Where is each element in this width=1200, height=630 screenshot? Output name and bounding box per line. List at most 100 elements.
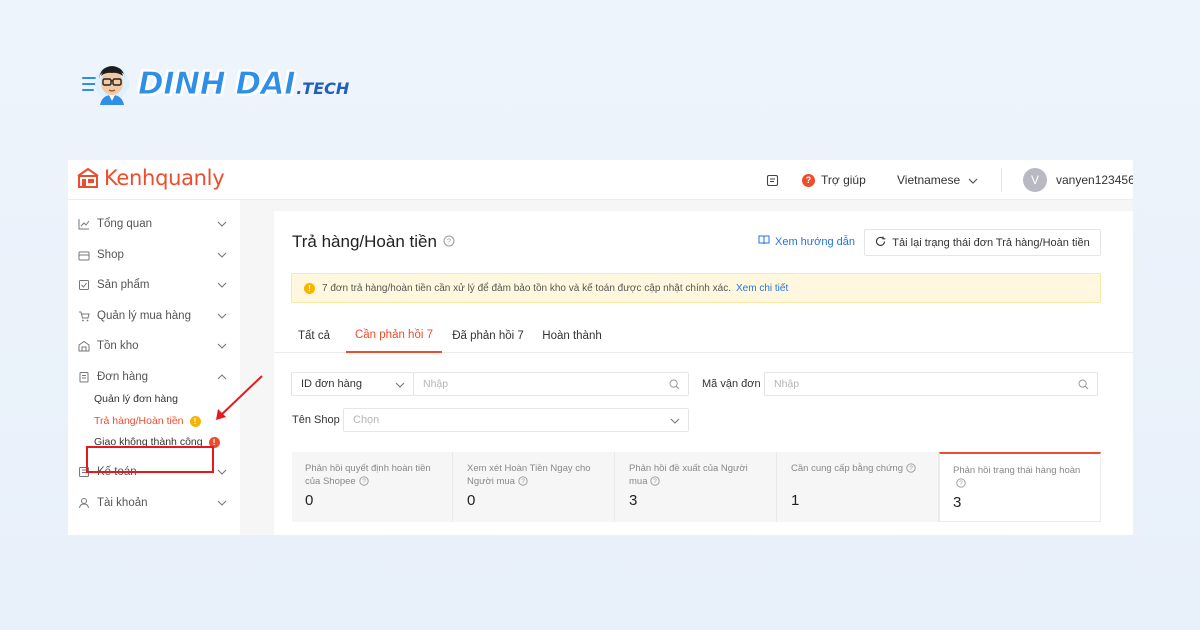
help-icon: ? [802, 173, 815, 187]
search-icon [669, 379, 680, 393]
chevron-down-icon [217, 466, 227, 478]
stat-value: 0 [305, 492, 314, 509]
stat-card-shopee-refund-decision[interactable]: Phản hồi quyết định hoàn tiền của Shopee… [292, 452, 453, 522]
sidebar-item-shop[interactable]: Shop [68, 244, 240, 266]
svg-text:?: ? [521, 478, 525, 485]
shop-name-label: Tên Shop [292, 414, 340, 426]
stat-card-instant-refund-review[interactable]: Xem xét Hoàn Tiền Ngay cho Người mua? 0 [454, 452, 615, 522]
language-selector[interactable]: Vietnamese [897, 160, 978, 200]
question-icon[interactable]: ? [359, 476, 369, 490]
sidebar-item-label: Tổng quan [97, 218, 152, 230]
chevron-down-icon [217, 340, 227, 352]
book-icon [758, 235, 770, 248]
user-menu[interactable]: V vanyen123456 [1023, 160, 1133, 200]
sidebar-item-account[interactable]: Tài khoản [68, 492, 240, 514]
sidebar-item-purchasing[interactable]: Quản lý mua hàng [68, 305, 240, 327]
help-button[interactable]: ? Trợ giúp [802, 160, 866, 200]
chevron-down-icon [395, 379, 405, 391]
guide-link-label: Xem hướng dẫn [775, 235, 856, 248]
sidebar-item-products[interactable]: Sản phẩm [68, 274, 240, 296]
chevron-down-icon [217, 497, 227, 509]
stat-card-evidence-required[interactable]: Cần cung cấp bằng chứng? 1 [778, 452, 939, 522]
select-placeholder: Chọn [353, 414, 380, 426]
tab-completed[interactable]: Hoàn thành [538, 319, 606, 353]
page-title-text: Trả hàng/Hoàn tiền [292, 232, 437, 251]
stat-card-return-status[interactable]: Phản hồi trạng thái hàng hoàn? 3 [939, 452, 1101, 522]
main-content: Trả hàng/Hoàn tiền ? Xem hướng dẫn Tải l… [274, 211, 1133, 535]
alert-details-link[interactable]: Xem chi tiết [736, 283, 788, 294]
chevron-down-icon [217, 249, 227, 261]
app-window: Kenhquanly ? Trợ giúp Vietnamese V vanye… [68, 160, 1133, 535]
sidebar-subitem-order-management[interactable]: Quản lý đơn hàng [94, 391, 178, 407]
refresh-icon [875, 236, 886, 250]
chevron-down-icon [217, 279, 227, 291]
notes-icon [766, 174, 779, 186]
svg-text:?: ? [362, 478, 366, 485]
order-icon [77, 370, 91, 384]
sidebar-item-label: Tồn kho [97, 340, 139, 352]
question-icon[interactable]: ? [518, 476, 528, 490]
stat-label: Phản hồi đề xuất của Người mua [629, 463, 748, 487]
chart-icon [77, 217, 91, 231]
tab-all[interactable]: Tất cả [292, 319, 336, 353]
reload-status-button[interactable]: Tải lại trạng thái đơn Trả hàng/Hoàn tiề… [864, 229, 1101, 256]
app-logo-text: Kenhquanly [104, 166, 225, 190]
stat-value: 3 [953, 494, 962, 511]
annotation-arrow-icon [216, 375, 263, 420]
sidebar: Tổng quan Shop Sản phẩm Quản lý mua hàng… [68, 200, 240, 535]
topbar-divider [1001, 168, 1002, 192]
sidebar-item-label: Tài khoản [97, 497, 148, 509]
stat-label: Cần cung cấp bằng chứng [791, 463, 903, 474]
user-icon [77, 496, 91, 510]
app-logo[interactable]: Kenhquanly [76, 166, 225, 190]
notes-button[interactable] [766, 160, 779, 200]
tab-needs-response[interactable]: Cần phản hồi 7 [346, 319, 442, 353]
chevron-down-icon [217, 218, 227, 230]
tab-responded[interactable]: Đã phản hồi 7 [448, 319, 528, 353]
svg-text:?: ? [909, 465, 913, 472]
sidebar-item-label: Shop [97, 249, 124, 261]
help-label: Trợ giúp [821, 173, 866, 187]
cart-icon [77, 309, 91, 323]
alert-text: 7 đơn trả hàng/hoàn tiền cần xử lý để đả… [322, 282, 731, 294]
shop-name-select[interactable]: Chọn [343, 408, 689, 432]
guide-link[interactable]: Xem hướng dẫn [758, 235, 855, 248]
language-label: Vietnamese [897, 173, 961, 187]
tab-label: Đã phản hồi 7 [452, 330, 524, 342]
chevron-down-icon [217, 310, 227, 322]
username: vanyen123456 [1056, 173, 1133, 187]
order-id-type-select[interactable]: ID đơn hàng [291, 372, 414, 396]
input-placeholder: Nhập [774, 378, 800, 390]
site-logo: DINH DAI .TECH [82, 56, 349, 112]
sidebar-item-label: Sản phẩm [97, 279, 150, 291]
order-id-input[interactable]: Nhập [413, 372, 689, 396]
sidebar-item-label: Quản lý mua hàng [97, 310, 191, 322]
chevron-down-icon [670, 415, 680, 427]
brand-name: DINH DAI [137, 66, 296, 103]
question-icon[interactable]: ? [650, 476, 661, 490]
sidebar-item-overview[interactable]: Tổng quan [68, 213, 240, 235]
stat-value: 3 [629, 492, 638, 509]
tracking-number-input[interactable]: Nhập [764, 372, 1098, 396]
question-icon[interactable]: ? [906, 463, 916, 477]
search-icon [1078, 379, 1089, 393]
svg-text:?: ? [654, 478, 658, 485]
status-summary: Phản hồi quyết định hoàn tiền của Shopee… [292, 452, 1101, 522]
stat-card-buyer-proposal[interactable]: Phản hồi đề xuất của Người mua? 3 [616, 452, 777, 522]
select-value: ID đơn hàng [301, 378, 363, 390]
avatar: V [1023, 168, 1047, 192]
sidebar-subitem-returns-refunds[interactable]: Trả hàng/Hoàn tiền ! [94, 413, 201, 429]
question-icon[interactable]: ? [956, 478, 966, 492]
stat-label: Xem xét Hoàn Tiền Ngay cho Người mua [467, 463, 591, 487]
warning-badge-icon: ! [189, 415, 201, 427]
warehouse-icon [77, 339, 91, 353]
highlight-box [86, 446, 214, 473]
chevron-down-icon [968, 173, 978, 187]
input-placeholder: Nhập [423, 378, 449, 390]
stat-value: 0 [467, 492, 476, 509]
sidebar-item-inventory[interactable]: Tồn kho [68, 335, 240, 357]
avatar-face-icon [82, 59, 134, 109]
question-icon[interactable]: ? [443, 232, 455, 252]
sidebar-item-label: Đơn hàng [97, 371, 149, 383]
tracking-number-label: Mã vận đơn [702, 378, 761, 390]
